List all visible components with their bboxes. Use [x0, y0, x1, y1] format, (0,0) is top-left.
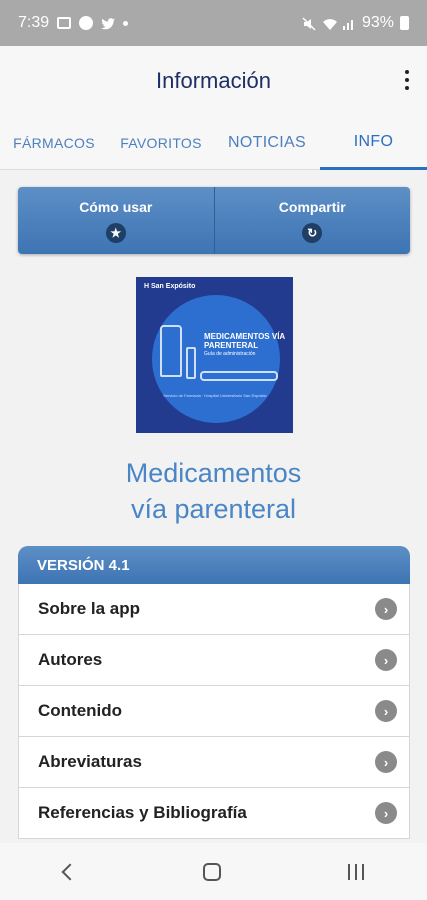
page-title: Información	[156, 68, 271, 93]
logo-footer: Servicio de Farmacia · Hospital Universi…	[163, 393, 267, 398]
mute-icon	[302, 17, 316, 31]
app-logo: H San Expósito MEDICAMENTOS VÍA PARENTER…	[136, 277, 293, 433]
syringe-icon	[200, 371, 278, 381]
tab-info[interactable]: INFO	[320, 116, 427, 170]
vial-icon	[160, 325, 182, 377]
image-icon	[57, 17, 72, 29]
como-usar-label: Cómo usar	[79, 198, 153, 215]
list-item-label: Autores	[38, 650, 103, 669]
ampoule-icon	[186, 347, 196, 379]
tab-favoritos[interactable]: FAVORITOS	[108, 116, 214, 170]
list-item-label: Sobre la app	[38, 599, 141, 618]
twitter-icon	[101, 17, 116, 30]
app-header: Información	[0, 46, 427, 116]
chevron-right-icon: ›	[375, 649, 397, 671]
tab-farmacos[interactable]: FÁRMACOS	[0, 116, 108, 170]
chevron-right-icon: ›	[375, 700, 397, 722]
home-icon[interactable]	[202, 862, 221, 881]
recent-apps-icon[interactable]	[347, 863, 364, 880]
chevron-right-icon: ›	[375, 598, 397, 620]
version-header: VERSIÓN 4.1	[18, 546, 410, 584]
logo-title: MEDICAMENTOS VÍA PARENTERAL Guía de admi…	[204, 332, 285, 357]
battery-level: 93%	[361, 14, 394, 31]
app-name: Medicamentos vía parenteral	[0, 455, 427, 527]
system-nav-bar	[0, 843, 427, 900]
action-buttons: Cómo usar ★ Compartir ↻	[18, 187, 410, 254]
signal-icon	[342, 17, 356, 30]
list-item-label: Abreviaturas	[38, 752, 142, 771]
compartir-label: Compartir	[278, 198, 346, 215]
version-panel: VERSIÓN 4.1 Sobre la app › Autores › Con…	[18, 546, 410, 846]
back-icon[interactable]	[61, 863, 78, 880]
app-name-line2: vía parenteral	[130, 494, 297, 524]
notification-dot-icon	[123, 20, 129, 26]
logo-hospital-name: H San Expósito	[144, 283, 196, 290]
list-item-label: Referencias y Bibliografía	[38, 803, 247, 822]
battery-icon	[400, 16, 409, 30]
list-item-sobre-la-app[interactable]: Sobre la app ›	[18, 584, 410, 635]
compartir-button[interactable]: Compartir ↻	[213, 187, 410, 254]
tab-bar: FÁRMACOS FAVORITOS NOTICIAS INFO	[0, 116, 427, 170]
status-time: 7:39	[18, 14, 50, 31]
wifi-icon	[322, 17, 337, 30]
status-bar: 7:39 93%	[0, 0, 427, 46]
share-icon: ↻	[302, 222, 323, 243]
app-name-line1: Medicamentos	[125, 458, 302, 488]
tab-noticias[interactable]: NOTICIAS	[214, 116, 320, 170]
list-item-abreviaturas[interactable]: Abreviaturas ›	[18, 737, 410, 788]
overflow-menu-icon[interactable]	[405, 70, 409, 90]
list-item-referencias[interactable]: Referencias y Bibliografía ›	[18, 788, 410, 839]
star-icon: ★	[105, 222, 126, 243]
chevron-right-icon: ›	[375, 751, 397, 773]
facebook-icon	[79, 16, 94, 30]
chevron-right-icon: ›	[375, 802, 397, 824]
list-item-autores[interactable]: Autores ›	[18, 635, 410, 686]
list-item-label: Contenido	[38, 701, 123, 720]
como-usar-button[interactable]: Cómo usar ★	[18, 187, 214, 254]
list-item-contenido[interactable]: Contenido ›	[18, 686, 410, 737]
